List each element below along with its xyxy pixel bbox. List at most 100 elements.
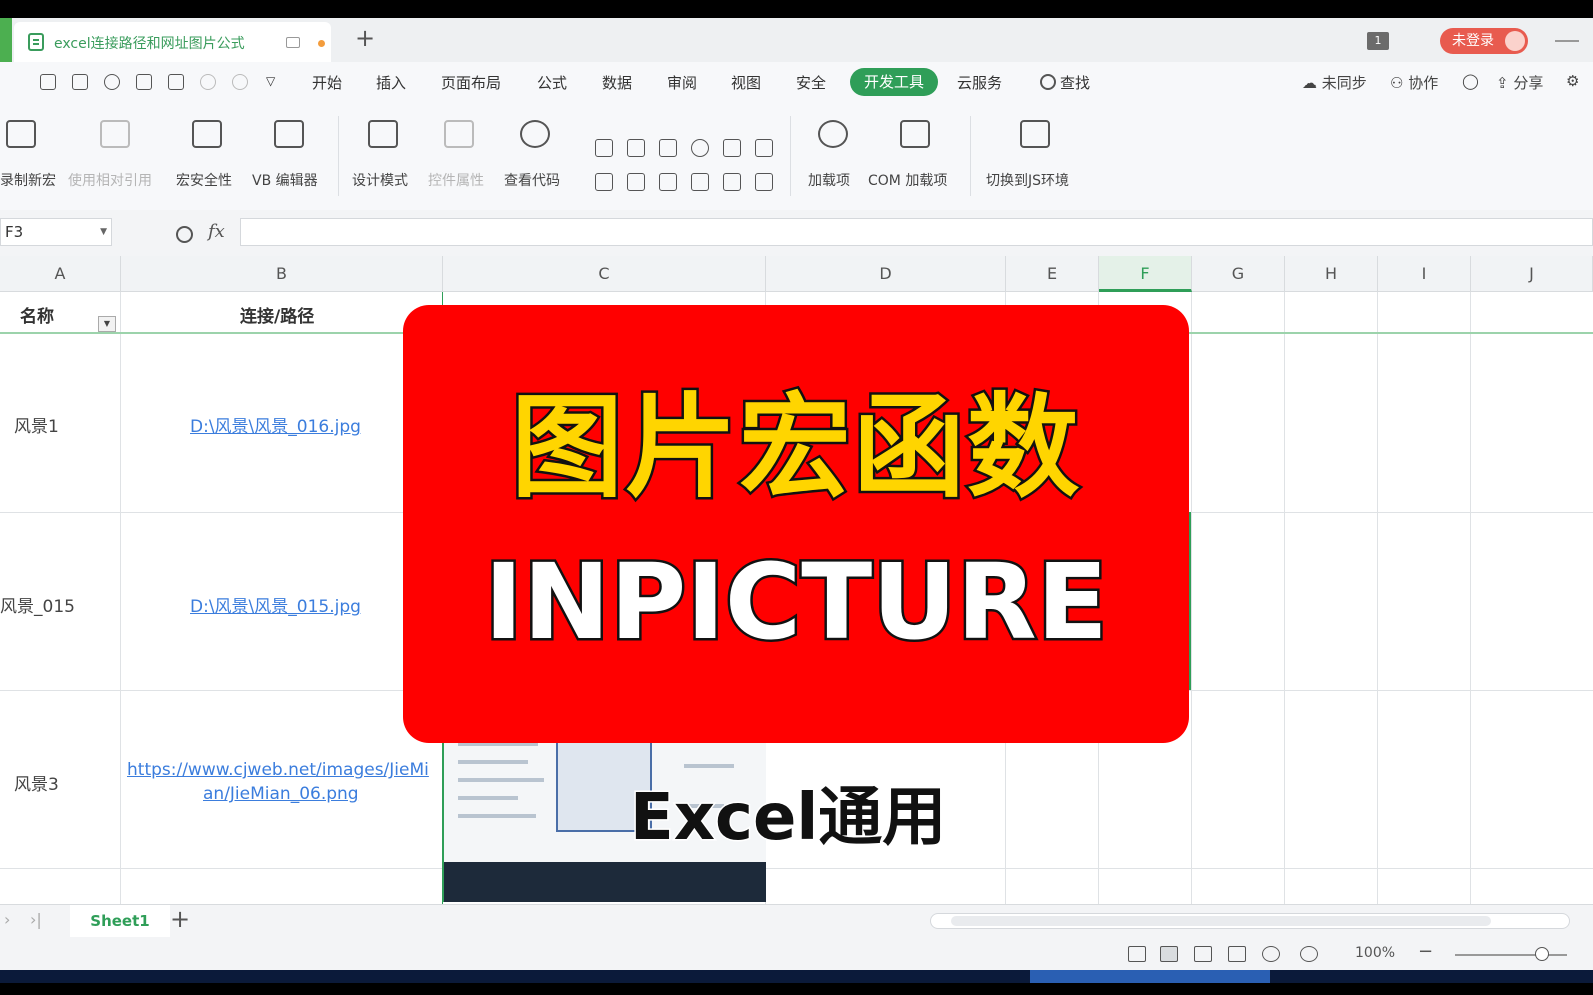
login-button[interactable]: 未登录 [1440,28,1528,54]
monitor-icon[interactable] [286,37,300,48]
combobox-control-icon[interactable] [755,139,773,157]
listbox-control-icon[interactable] [723,139,741,157]
reading-mode-icon[interactable] [1262,946,1280,962]
last-sheet-icon[interactable]: ›| [30,910,42,929]
relative-ref-button[interactable]: 使用相对引用 [68,170,152,190]
textbox-control-icon[interactable] [659,139,677,157]
open-icon[interactable] [40,74,56,90]
header-name[interactable]: 名称 [20,302,54,327]
menu-security[interactable]: 安全 [796,72,826,93]
fullscreen-icon[interactable] [1128,946,1146,962]
menu-insert[interactable]: 插入 [376,72,406,93]
more-controls-icon[interactable] [755,173,773,191]
menu-cloud[interactable]: 云服务 [957,72,1002,93]
name-box[interactable]: F3 ▼ [0,218,112,246]
zoom-slider[interactable] [1455,954,1567,956]
design-mode-button[interactable]: 设计模式 [352,170,408,190]
cell-path-link-1[interactable]: D:\风景\风景_016.jpg [190,412,361,437]
column-header-d[interactable]: D [766,256,1006,292]
column-header-b[interactable]: B [121,256,443,292]
image-control-icon[interactable] [723,173,741,191]
print-icon[interactable] [136,74,152,90]
cell-name-2[interactable]: 风景_015 [0,592,75,617]
document-tab[interactable]: excel连接路径和网址图片公式 [14,22,331,62]
comment-icon[interactable]: ◯ [1462,72,1479,90]
minimize-icon[interactable] [1555,40,1579,42]
macro-security-button[interactable]: 宏安全性 [176,170,232,190]
record-macro-button[interactable]: 录制新宏 [0,170,56,190]
page-break-icon[interactable] [1228,946,1246,962]
eye-protection-icon[interactable] [1300,946,1318,962]
vb-editor-button[interactable]: VB 编辑器 [252,170,318,190]
menu-find[interactable]: 查找 [1060,72,1090,93]
print-preview-icon[interactable] [168,74,184,90]
addins-button[interactable]: 加载项 [808,170,850,190]
control-props-button[interactable]: 控件属性 [428,170,484,190]
window-count-badge[interactable]: 1 [1367,32,1389,50]
banner-title-en: INPICTURE [482,539,1111,666]
menu-developer[interactable]: 开发工具 [850,68,938,96]
menu-data[interactable]: 数据 [602,72,632,93]
spin-control-icon[interactable] [659,173,677,191]
scrollbar-thumb[interactable] [951,916,1491,926]
com-addins-button[interactable]: COM 加载项 [868,170,947,190]
new-tab-button[interactable]: + [355,24,375,52]
sheet-tab-sheet1[interactable]: Sheet1 [70,905,170,937]
prev-sheet-icon[interactable]: › [4,910,10,929]
zoom-formula-icon[interactable] [176,226,193,243]
column-header-a[interactable]: A [0,256,121,292]
column-header-c[interactable]: C [443,256,766,292]
cell-path-link-3a[interactable]: https://www.cjweb.net/images/JieMi [127,760,429,780]
grid-line [1191,292,1192,904]
column-header-h[interactable]: H [1285,256,1378,292]
sync-button[interactable]: ☁ 未同步 [1302,72,1367,93]
zoom-level[interactable]: 100% [1355,945,1395,961]
horizontal-scrollbar[interactable] [930,913,1570,929]
column-header-j[interactable]: J [1471,256,1593,292]
cell-path-link-2[interactable]: D:\风景\风景_015.jpg [190,592,361,617]
frame-control-icon[interactable] [627,139,645,157]
cell-path-link-3b[interactable]: an/JieMian_06.png [203,784,359,804]
redo-icon[interactable] [232,74,248,90]
label-control-icon[interactable] [691,173,709,191]
collab-button[interactable]: ⚇ 协作 [1390,72,1438,93]
filter-dropdown-icon[interactable]: ▼ [98,316,116,332]
customize-qa-icon[interactable]: ▽ [266,74,275,88]
add-sheet-button[interactable]: + [170,905,190,933]
settings-icon[interactable]: ⚙ [1566,72,1579,90]
radio-control-icon[interactable] [691,139,709,157]
js-env-button[interactable]: 切换到JS环境 [986,170,1069,190]
menu-start[interactable]: 开始 [312,72,342,93]
search-icon[interactable] [1040,74,1056,90]
column-header-f[interactable]: F [1099,256,1192,292]
save-icon[interactable] [72,74,88,90]
cell-name-3[interactable]: 风景3 [14,770,59,795]
button-control-icon[interactable] [595,173,613,191]
grid-line [1470,292,1471,904]
title-banner: 图片宏函数 INPICTURE [403,305,1189,743]
picture-taskbar [444,862,766,902]
column-header-e[interactable]: E [1006,256,1099,292]
zoom-slider-handle[interactable] [1535,947,1549,961]
share-button[interactable]: ⇪ 分享 [1496,72,1543,93]
view-code-button[interactable]: 查看代码 [504,170,560,190]
checkbox-control-icon[interactable] [595,139,613,157]
menu-formulas[interactable]: 公式 [537,72,567,93]
cell-name-1[interactable]: 风景1 [14,412,59,437]
page-view-icon[interactable] [1194,946,1212,962]
fx-button[interactable]: fx [208,221,225,242]
zoom-out-icon[interactable]: − [1418,941,1433,962]
column-header-i[interactable]: I [1378,256,1471,292]
header-path[interactable]: 连接/路径 [240,302,314,327]
taskbar-active-item[interactable] [1030,970,1270,983]
menu-page-layout[interactable]: 页面布局 [441,72,501,93]
undo-icon[interactable] [200,74,216,90]
menu-review[interactable]: 审阅 [667,72,697,93]
formula-input[interactable] [240,218,1593,246]
menu-view[interactable]: 视图 [731,72,761,93]
normal-view-icon[interactable] [1160,946,1178,962]
format-painter-icon[interactable] [104,74,120,90]
column-header-g[interactable]: G [1192,256,1285,292]
scrollbar-control-icon[interactable] [627,173,645,191]
chevron-down-icon[interactable]: ▼ [100,219,107,245]
